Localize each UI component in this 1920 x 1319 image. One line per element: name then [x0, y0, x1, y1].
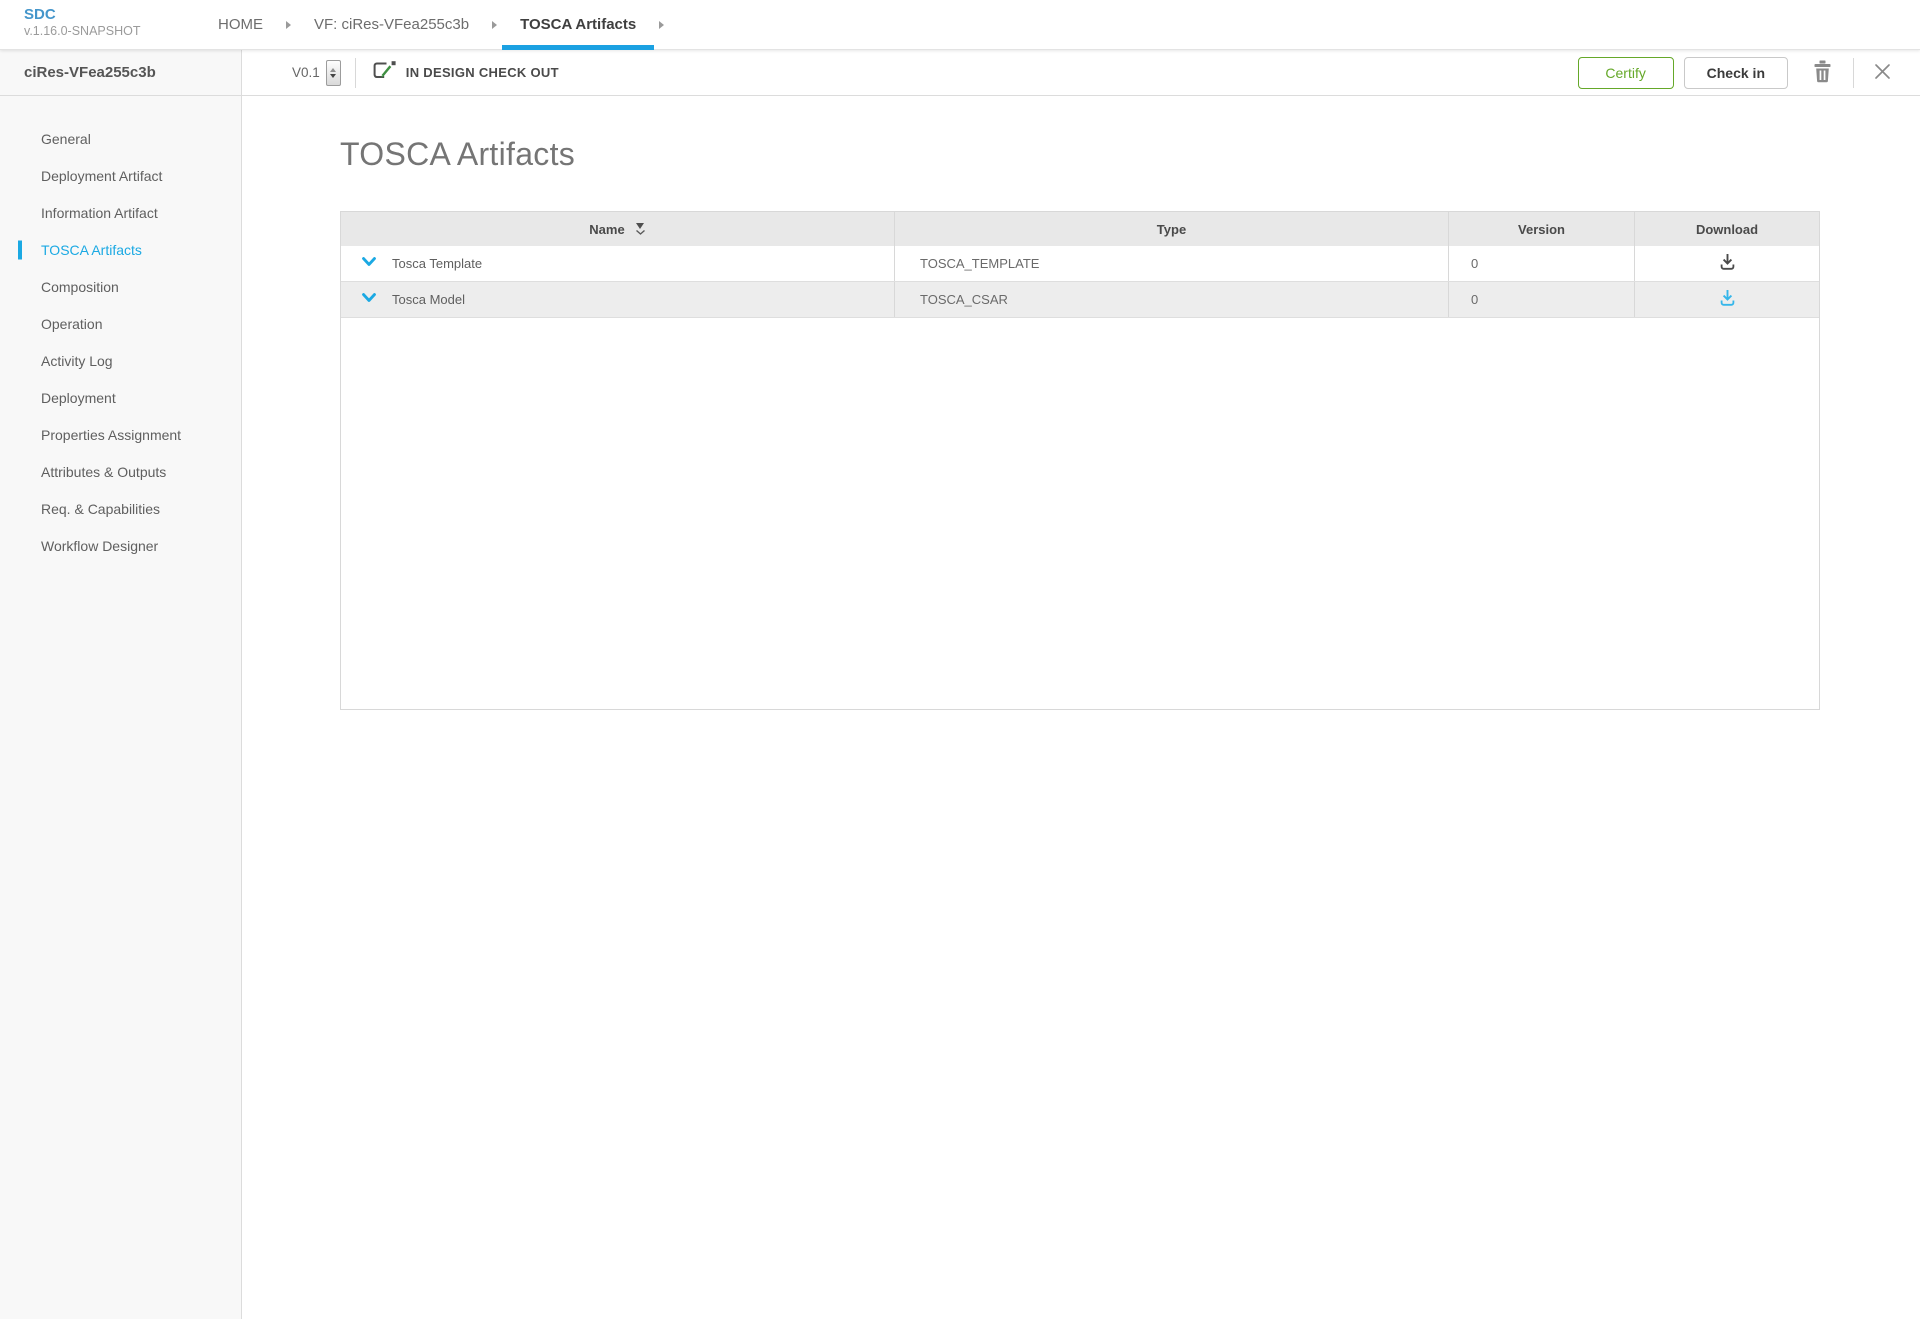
sidebar-item-label: TOSCA Artifacts — [41, 241, 142, 258]
version-cell: 0 — [1449, 282, 1635, 317]
sidebar-item-label: Activity Log — [41, 352, 113, 369]
sidebar-item-label: Properties Assignment — [41, 426, 182, 443]
chevron-down-icon — [361, 292, 377, 307]
trash-icon — [1812, 60, 1833, 86]
breadcrumb-home-label: HOME — [218, 16, 263, 33]
toolbar: V0.1 IN DESIGN CHECK OUT Certify Check i… — [242, 50, 1920, 96]
download-button[interactable] — [1716, 287, 1739, 312]
toolbar-divider — [354, 57, 356, 88]
column-header-type: Type — [895, 212, 1449, 246]
sidebar-item-general[interactable]: General — [0, 120, 241, 157]
artifact-type: TOSCA_TEMPLATE — [920, 256, 1040, 271]
row-expand-button[interactable] — [359, 254, 379, 273]
sidebar-item-properties-assignment[interactable]: Properties Assignment — [0, 416, 241, 453]
version-cell: 0 — [1449, 246, 1635, 281]
breadcrumb-tosca-artifacts[interactable]: TOSCA Artifacts — [502, 0, 655, 50]
column-header-label: Download — [1695, 221, 1759, 237]
artifact-version: 0 — [1471, 256, 1479, 271]
chevron-right-icon — [286, 20, 291, 29]
download-cell — [1635, 282, 1819, 317]
logo-version: v.1.16.0-SNAPSHOT — [24, 24, 141, 38]
lifecycle-state: IN DESIGN CHECK OUT — [372, 60, 559, 86]
column-header-label: Type — [1156, 221, 1187, 237]
table-header-row: Name Type Version Download — [341, 212, 1819, 246]
breadcrumb: HOME VF: ciRes-VFea255c3b TOSCA Artifact… — [200, 0, 669, 50]
column-header-label: Name — [589, 221, 625, 237]
type-cell: TOSCA_CSAR — [895, 282, 1449, 317]
sidebar-item-label: General — [41, 130, 91, 147]
sidebar-item-label: Composition — [41, 278, 119, 295]
name-cell: Tosca Template — [341, 246, 895, 281]
sidebar-item-information-artifact[interactable]: Information Artifact — [0, 194, 241, 231]
sub-header: ciRes-VFea255c3b V0.1 IN DESIGN CHECK OU… — [0, 50, 1920, 96]
sdc-logo[interactable]: SDC v.1.16.0-SNAPSHOT — [0, 0, 200, 49]
sidebar-item-req-capabilities[interactable]: Req. & Capabilities — [0, 490, 241, 527]
table-row-tosca-model: Tosca Model TOSCA_CSAR 0 — [341, 282, 1819, 318]
close-button[interactable] — [1870, 59, 1895, 87]
delete-button[interactable] — [1808, 56, 1837, 90]
sidebar-item-attributes-outputs[interactable]: Attributes & Outputs — [0, 453, 241, 490]
version-label: V0.1 — [292, 65, 320, 80]
tosca-artifacts-table: Name Type Version Download Tosca Templat… — [340, 211, 1820, 710]
sidebar-item-label: Operation — [41, 315, 103, 332]
lifecycle-state-label: IN DESIGN CHECK OUT — [405, 65, 559, 80]
version-stepper[interactable] — [325, 59, 341, 86]
close-icon — [1874, 63, 1891, 83]
sidebar-item-label: Deployment Artifact — [41, 167, 163, 184]
artifact-name: Tosca Model — [392, 292, 465, 307]
page-title: TOSCA Artifacts — [340, 136, 576, 172]
toolbar-divider — [1853, 57, 1854, 88]
column-header-name[interactable]: Name — [341, 212, 895, 246]
sidebar-item-deployment-artifact[interactable]: Deployment Artifact — [0, 157, 241, 194]
toolbar-actions: Certify Check in — [1577, 56, 1895, 90]
breadcrumb-vf[interactable]: VF: ciRes-VFea255c3b — [296, 0, 487, 49]
artifact-name: Tosca Template — [392, 256, 483, 271]
chevron-down-icon — [361, 256, 377, 271]
stepper-up-icon — [330, 67, 337, 72]
checkout-icon — [372, 60, 397, 86]
sidebar-item-activity-log[interactable]: Activity Log — [0, 342, 241, 379]
sidebar-item-label: Req. & Capabilities — [41, 500, 161, 517]
sidebar-menu: General Deployment Artifact Information … — [0, 96, 242, 1319]
column-header-version: Version — [1449, 212, 1635, 246]
stepper-down-icon — [330, 73, 337, 78]
sidebar-item-label: Deployment — [41, 389, 116, 406]
download-icon — [1718, 289, 1737, 310]
row-expand-button[interactable] — [359, 290, 379, 309]
sidebar-item-deployment[interactable]: Deployment — [0, 379, 241, 416]
name-cell: Tosca Model — [341, 282, 895, 317]
logo-text: SDC — [24, 6, 56, 23]
sidebar-item-operation[interactable]: Operation — [0, 305, 241, 342]
download-cell — [1635, 246, 1819, 281]
sidebar-item-tosca-artifacts[interactable]: TOSCA Artifacts — [0, 231, 241, 268]
entity-title: ciRes-VFea255c3b — [0, 50, 242, 96]
sidebar-item-label: Attributes & Outputs — [41, 463, 167, 480]
content-area: General Deployment Artifact Information … — [0, 96, 1920, 1319]
main-panel: TOSCA Artifacts Name Type Version Downlo… — [242, 96, 1920, 1319]
download-button[interactable] — [1716, 251, 1739, 276]
certify-button[interactable]: Certify — [1577, 56, 1674, 89]
chevron-right-icon — [659, 20, 665, 29]
check-in-button[interactable]: Check in — [1683, 56, 1788, 89]
sidebar-item-composition[interactable]: Composition — [0, 268, 241, 305]
breadcrumb-tosca-label: TOSCA Artifacts — [520, 16, 637, 33]
column-header-label: Version — [1518, 221, 1565, 237]
artifact-type: TOSCA_CSAR — [920, 292, 1008, 307]
artifact-version: 0 — [1471, 292, 1479, 307]
chevron-right-icon — [492, 20, 498, 29]
sidebar-item-workflow-designer[interactable]: Workflow Designer — [0, 527, 241, 564]
download-icon — [1718, 253, 1737, 274]
column-header-download: Download — [1635, 212, 1819, 246]
sort-icon[interactable] — [635, 222, 646, 236]
sdc-app: SDC v.1.16.0-SNAPSHOT HOME VF: ciRes-VFe… — [0, 0, 1920, 1319]
breadcrumb-home[interactable]: HOME — [200, 0, 281, 49]
type-cell: TOSCA_TEMPLATE — [895, 246, 1449, 281]
active-tab-underline — [502, 45, 655, 50]
top-navigation: SDC v.1.16.0-SNAPSHOT HOME VF: ciRes-VFe… — [0, 0, 1920, 50]
breadcrumb-vf-label: VF: ciRes-VFea255c3b — [314, 16, 470, 33]
sidebar-item-label: Information Artifact — [41, 204, 158, 221]
table-row-tosca-template: Tosca Template TOSCA_TEMPLATE 0 — [341, 246, 1819, 282]
sidebar-item-label: Workflow Designer — [41, 537, 159, 554]
